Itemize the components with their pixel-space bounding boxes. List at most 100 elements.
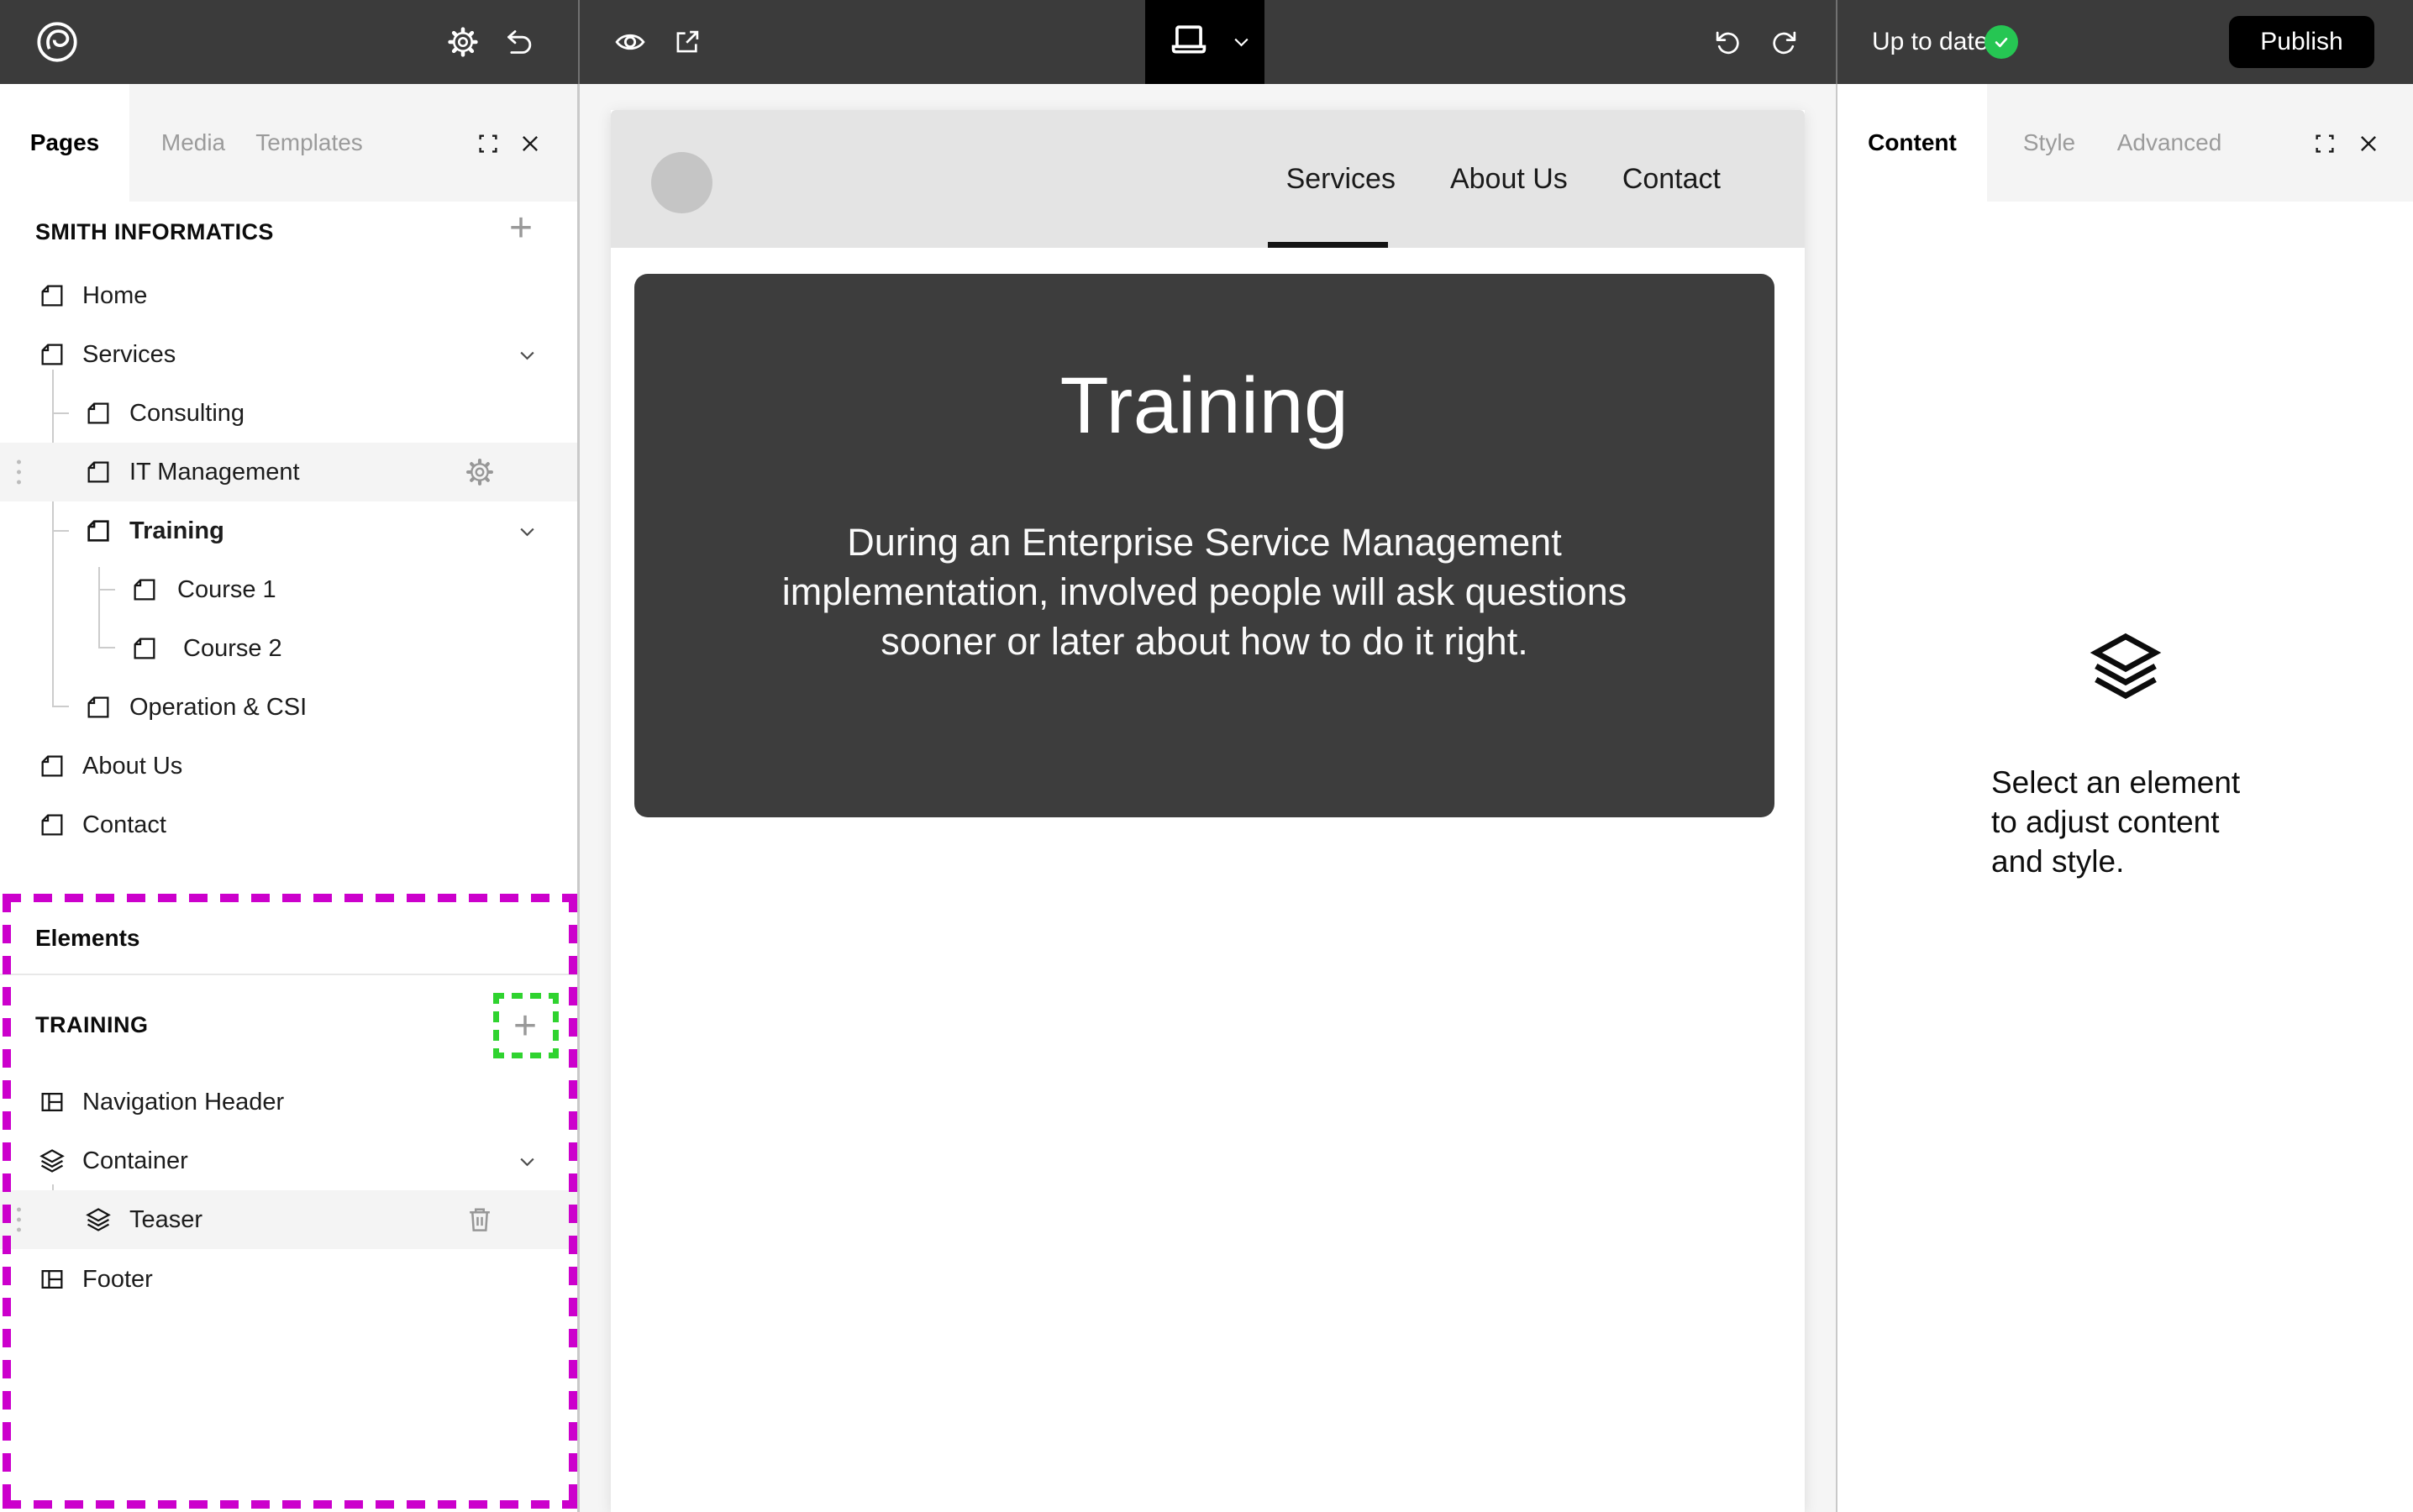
layers-icon (38, 1147, 66, 1175)
page-icon (38, 752, 66, 780)
page-label: Course 2 (183, 619, 282, 678)
layers-icon (2085, 626, 2166, 706)
sidebar-page-operation-csi[interactable]: Operation & CSI (0, 678, 577, 737)
element-row-container[interactable]: Container (0, 1131, 577, 1190)
site-navigation-header[interactable]: Services About Us Contact (611, 110, 1805, 248)
page-settings-gear-icon[interactable] (464, 456, 496, 488)
green-dash-border (493, 993, 559, 999)
page-label: Consulting (129, 384, 244, 443)
site-nav-about-us[interactable]: About Us (1450, 163, 1568, 196)
element-row-footer[interactable]: Footer (0, 1250, 577, 1309)
green-dash-border (493, 1053, 559, 1058)
page-icon (38, 811, 66, 839)
left-panel-tabbar: Pages Media Templates (0, 84, 577, 202)
laptop-icon (1167, 20, 1211, 64)
layout-section-icon (38, 1088, 66, 1116)
page-label: Course 1 (177, 560, 276, 619)
close-panel-icon[interactable] (2356, 131, 2381, 156)
page-label: Operation & CSI (129, 678, 307, 737)
elements-group-title: TRAINING (35, 996, 149, 1053)
pages-panel: Pages Media Templates SMITH INFORMATICS … (0, 84, 580, 1512)
inspector-panel: Content Style Advanced Select an element… (1836, 84, 2413, 1512)
right-panel-tabbar: Content Style Advanced (1837, 84, 2413, 202)
site-logo-placeholder (651, 152, 712, 213)
redo-icon[interactable] (1769, 26, 1801, 58)
empty-state-message: Select an element to adjust content and … (1991, 763, 2240, 881)
site-nav: Services About Us Contact (1286, 110, 1721, 248)
chevron-down-icon[interactable] (516, 344, 539, 367)
site-nav-services[interactable]: Services (1286, 163, 1396, 196)
page-icon (130, 634, 159, 663)
plus-icon: + (513, 1006, 537, 1047)
tab-media[interactable]: Media (161, 84, 225, 202)
publish-button[interactable]: Publish (2229, 16, 2374, 68)
add-element-button[interactable]: + (493, 993, 559, 1058)
open-external-link-icon[interactable] (671, 26, 703, 58)
site-nav-contact[interactable]: Contact (1622, 163, 1721, 196)
sidebar-page-services[interactable]: Services (0, 325, 577, 384)
active-nav-underline (1268, 242, 1388, 248)
green-dash-border (493, 993, 499, 1058)
site-name-heading: SMITH INFORMATICS (35, 203, 274, 260)
tab-pages[interactable]: Pages (0, 84, 129, 202)
magenta-dash-border (3, 1500, 577, 1509)
tab-style[interactable]: Style (2023, 84, 2075, 202)
add-page-button[interactable]: + (509, 208, 533, 249)
sidebar-page-about-us[interactable]: About Us (0, 737, 577, 795)
page-icon (38, 340, 66, 369)
expand-panel-icon[interactable] (2312, 131, 2337, 156)
layout-section-icon (38, 1265, 66, 1294)
teaser-body: During an Enterprise Service Management … (743, 517, 1667, 666)
element-row-teaser[interactable]: Teaser (0, 1190, 577, 1249)
magenta-dash-border (569, 894, 577, 1509)
tab-templates[interactable]: Templates (255, 84, 363, 202)
element-label: Container (82, 1131, 188, 1190)
top-toolbar: Up to date Publish (0, 0, 2413, 84)
settings-gear-icon[interactable] (445, 24, 481, 60)
chevron-down-icon (1230, 31, 1253, 54)
magenta-dash-border (3, 894, 11, 1509)
expand-panel-icon[interactable] (476, 131, 501, 156)
preview-eye-icon[interactable] (613, 25, 647, 59)
elements-section-title: Elements (35, 910, 140, 967)
teaser-block[interactable]: Training During an Enterprise Service Ma… (634, 274, 1774, 817)
element-row-navigation-header[interactable]: Navigation Header (0, 1073, 577, 1131)
back-arrow-icon[interactable] (502, 25, 536, 59)
toolbar-divider (1836, 0, 1837, 84)
site-builder-app: Up to date Publish Pages Media Templates… (0, 0, 2413, 1512)
teaser-title: Training (1060, 360, 1349, 452)
close-panel-icon[interactable] (518, 131, 543, 156)
page-label: About Us (82, 737, 182, 795)
device-preview-selector[interactable] (1145, 0, 1264, 84)
page-icon (84, 517, 113, 545)
section-divider (0, 974, 577, 975)
brand-logo-icon (34, 18, 81, 66)
tab-content[interactable]: Content (1837, 84, 1987, 202)
sidebar-page-course-2[interactable]: Course 2 (0, 619, 577, 678)
page-icon (84, 693, 113, 722)
magenta-dash-border (3, 894, 577, 902)
undo-icon[interactable] (1711, 26, 1743, 58)
drag-handle-icon[interactable] (17, 1208, 21, 1232)
sidebar-page-home[interactable]: Home (0, 266, 577, 325)
page-label: Training (129, 501, 224, 560)
toolbar-divider (578, 0, 580, 84)
sidebar-page-contact[interactable]: Contact (0, 795, 577, 854)
page-icon (84, 399, 113, 428)
sidebar-page-course-1[interactable]: Course 1 (0, 560, 577, 619)
chevron-down-icon[interactable] (516, 1151, 539, 1173)
delete-trash-icon[interactable] (464, 1204, 496, 1236)
page-label: Contact (82, 795, 166, 854)
sidebar-page-it-management[interactable]: IT Management (0, 443, 577, 501)
page-icon (38, 281, 66, 310)
page-icon (84, 458, 113, 486)
editor-canvas: Services About Us Contact Training Durin… (580, 84, 1836, 1512)
sidebar-page-training[interactable]: Training (0, 501, 577, 560)
drag-handle-icon[interactable] (17, 460, 21, 485)
element-label: Navigation Header (82, 1073, 284, 1131)
element-label: Teaser (129, 1190, 202, 1249)
sidebar-page-consulting[interactable]: Consulting (0, 384, 577, 443)
chevron-down-icon[interactable] (516, 521, 539, 543)
tab-advanced[interactable]: Advanced (2117, 84, 2222, 202)
site-page-preview[interactable]: Services About Us Contact Training Durin… (611, 110, 1805, 1512)
